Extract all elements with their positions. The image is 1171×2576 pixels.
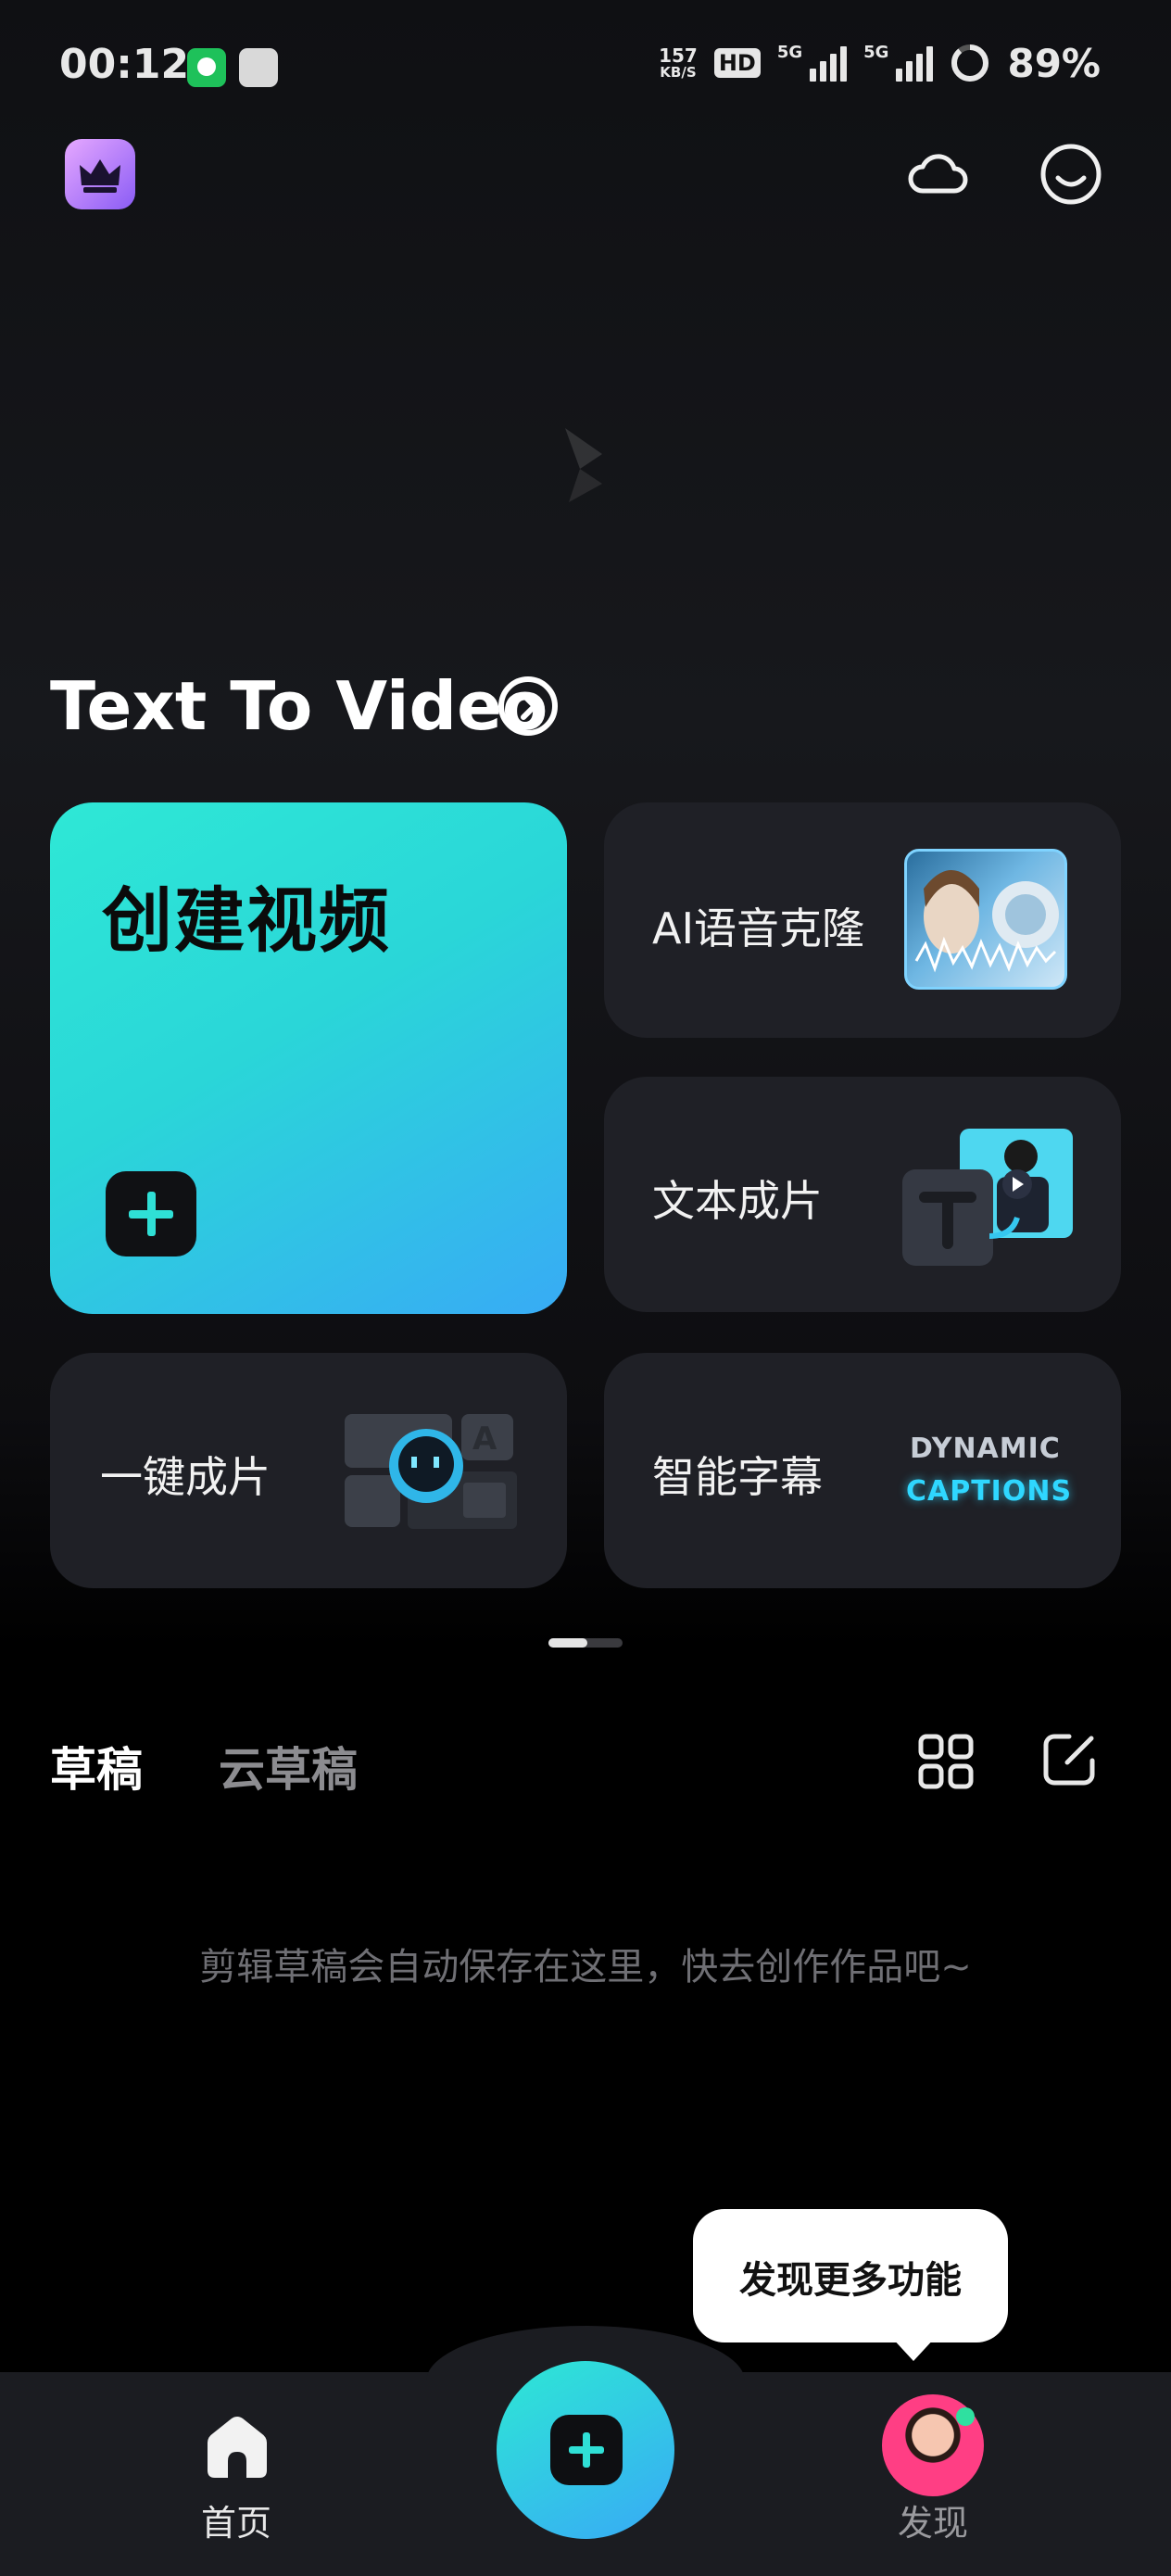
create-button[interactable] xyxy=(497,2361,674,2539)
home-icon[interactable] xyxy=(198,2409,276,2483)
discover-tooltip[interactable]: 发现更多功能 xyxy=(693,2209,1008,2361)
hd-badge: HD xyxy=(713,48,761,78)
captions-badge-line-1: DYNAMIC xyxy=(910,1433,1061,1465)
svg-text:A: A xyxy=(472,1421,497,1458)
network-speed: 157 KB/S xyxy=(659,46,698,80)
tab-drafts[interactable]: 草稿 xyxy=(50,1733,143,1799)
one-click-film-thumbnail: A xyxy=(345,1414,517,1529)
plus-icon xyxy=(550,2415,623,2485)
status-indicators: 157 KB/S HD 5G 5G 89% xyxy=(659,37,1101,89)
status-time: 00:12 xyxy=(59,41,190,88)
ai-voice-clone-card[interactable]: AI语音克隆 xyxy=(604,802,1121,1038)
signal-icon-2 xyxy=(896,44,934,82)
smile-icon[interactable] xyxy=(1038,141,1104,208)
discover-tooltip-text: 发现更多功能 xyxy=(739,2259,962,2302)
one-click-film-card[interactable]: 一键成片 A xyxy=(50,1353,567,1588)
app-logo-watermark xyxy=(565,428,602,502)
one-click-film-label: 一键成片 xyxy=(100,1452,271,1502)
captions-badge-line-2: CAPTIONS xyxy=(906,1475,1073,1508)
create-video-label: 创建视频 xyxy=(102,879,391,962)
notification-icon xyxy=(239,48,278,87)
nav-discover-label[interactable]: 发现 xyxy=(873,2494,993,2545)
battery-icon xyxy=(951,44,989,82)
network-type-1: 5G xyxy=(776,43,803,62)
app-screen: 00:12 157 KB/S HD 5G 5G 89% Text To Vide… xyxy=(0,0,1171,2576)
cloud-icon[interactable] xyxy=(904,141,971,208)
tab-cloud-drafts[interactable]: 云草稿 xyxy=(219,1733,358,1799)
text-to-film-thumbnail xyxy=(902,1129,1073,1266)
wechat-notification-icon xyxy=(187,48,226,87)
create-video-card[interactable]: 创建视频 xyxy=(50,802,567,1314)
smart-captions-card[interactable]: 智能字幕 DYNAMIC CAPTIONS xyxy=(604,1353,1121,1588)
signal-icon xyxy=(810,44,848,82)
edit-icon[interactable] xyxy=(1041,1731,1099,1788)
network-speed-value: 157 xyxy=(659,44,698,67)
network-type-2: 5G xyxy=(863,43,889,62)
chevron-right-circle-icon[interactable] xyxy=(497,675,560,738)
page-indicator xyxy=(548,1638,623,1648)
ai-voice-thumbnail xyxy=(904,849,1067,990)
battery-percent: 89% xyxy=(1007,40,1101,86)
text-to-video-title[interactable]: Text To Video xyxy=(50,667,548,745)
network-speed-unit: KB/S xyxy=(660,64,697,81)
text-to-film-label: 文本成片 xyxy=(652,1176,823,1226)
nav-home-label[interactable]: 首页 xyxy=(176,2494,296,2545)
grid-view-icon[interactable] xyxy=(917,1733,975,1790)
crown-icon[interactable] xyxy=(65,139,135,209)
empty-drafts-hint: 剪辑草稿会自动保存在这里，快去创作作品吧~ xyxy=(199,1946,972,1989)
ai-voice-clone-label: AI语音克隆 xyxy=(652,903,865,953)
text-to-film-card[interactable]: 文本成片 xyxy=(604,1077,1121,1312)
smart-captions-label: 智能字幕 xyxy=(652,1452,823,1502)
notification-dot xyxy=(956,2407,975,2426)
plus-icon xyxy=(106,1171,196,1256)
